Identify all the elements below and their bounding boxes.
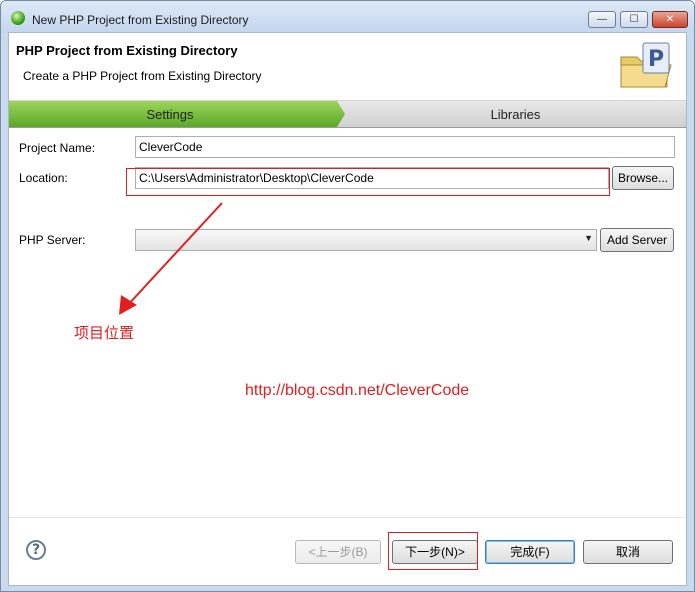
cancel-button[interactable]: 取消 [583,540,673,564]
window-title: New PHP Project from Existing Directory [32,13,249,27]
annotation-arrow [119,202,223,315]
dialog-content: PHP Project from Existing Directory Crea… [8,32,687,586]
location-highlight-box [126,168,610,196]
app-icon [11,11,25,25]
footer-separator [9,517,686,518]
finish-button[interactable]: 完成(F) [485,540,575,564]
minimize-button[interactable]: — [588,11,616,28]
help-icon[interactable]: ? [26,540,46,560]
close-button[interactable]: ✕ [652,11,688,28]
maximize-button[interactable]: ☐ [620,11,648,28]
location-annotation: 项目位置 [74,325,135,342]
title-bar[interactable]: New PHP Project from Existing Directory … [1,1,694,33]
next-highlight-box [388,532,478,570]
watermark-url: http://blog.csdn.net/CleverCode [245,382,470,399]
back-button[interactable]: <上一步(B) [295,540,381,564]
